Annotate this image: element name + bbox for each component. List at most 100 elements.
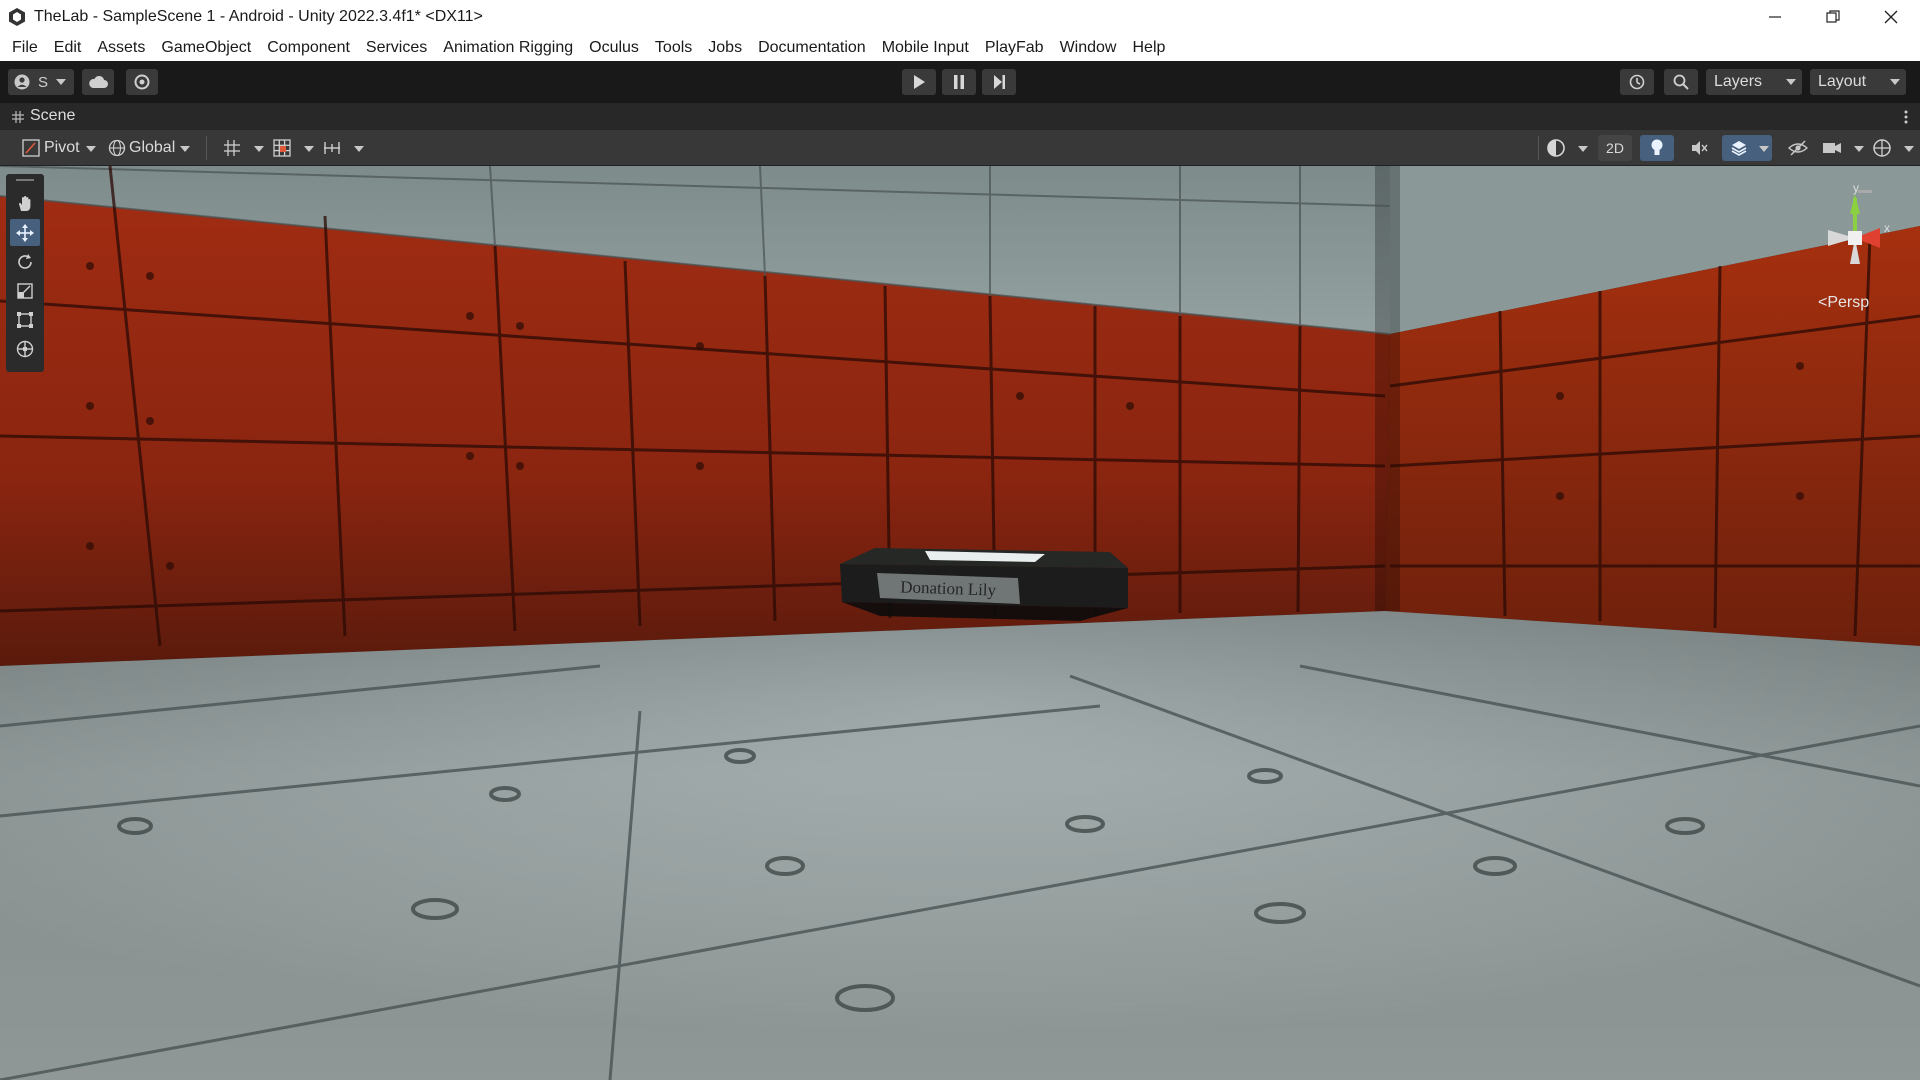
menu-bar: File Edit Assets GameObject Component Se… (0, 34, 1920, 61)
gizmos-dropdown[interactable] (1872, 135, 1916, 161)
perspective-toggle[interactable]: <Persp (1818, 294, 1869, 312)
scene-visibility-button[interactable] (1780, 135, 1816, 161)
global-label: Global (129, 139, 176, 156)
step-button[interactable] (982, 69, 1016, 95)
chevron-down-icon (180, 146, 190, 152)
grid-snap-dropdown[interactable] (222, 135, 266, 161)
pivot-dropdown[interactable]: Pivot (22, 135, 100, 161)
menu-documentation[interactable]: Documentation (750, 34, 874, 61)
layout-dropdown[interactable]: Layout (1810, 69, 1906, 95)
camera-settings-dropdown[interactable] (1822, 135, 1866, 161)
play-icon (912, 74, 926, 90)
draw-mode-dropdown[interactable] (1546, 135, 1590, 161)
scene-viewport[interactable]: Donation Lily y x <Persp (0, 166, 1920, 1080)
restore-icon[interactable] (1804, 0, 1862, 34)
gear-icon (134, 74, 150, 90)
account-icon (14, 74, 30, 90)
scene-grid-icon (12, 110, 24, 128)
menu-gameobject[interactable]: GameObject (153, 34, 259, 61)
hand-tool-button[interactable] (10, 190, 40, 217)
menu-tools[interactable]: Tools (647, 34, 700, 61)
move-arrows-icon (15, 223, 35, 243)
menu-component[interactable]: Component (259, 34, 358, 61)
move-tool-button[interactable] (10, 219, 40, 246)
effects-layers-icon (1730, 139, 1748, 157)
search-button[interactable] (1664, 69, 1698, 95)
rotate-icon (16, 253, 34, 271)
account-label: S (38, 73, 49, 91)
rect-tool-button[interactable] (10, 306, 40, 333)
chevron-left-icon: < (1818, 294, 1828, 311)
menu-assets[interactable]: Assets (89, 34, 153, 61)
window-title-bar: TheLab - SampleScene 1 - Android - Unity… (0, 0, 1920, 34)
pause-icon (952, 74, 966, 90)
chevron-down-icon (1890, 79, 1900, 85)
chevron-down-icon (354, 146, 364, 152)
cloud-button[interactable] (82, 69, 114, 95)
menu-oculus[interactable]: Oculus (581, 34, 647, 61)
menu-help[interactable]: Help (1124, 34, 1173, 61)
history-icon (1628, 73, 1646, 91)
window-title: TheLab - SampleScene 1 - Android - Unity… (34, 8, 483, 25)
eye-slash-icon (1788, 140, 1808, 156)
chevron-down-icon (56, 79, 66, 85)
rect-transform-icon (16, 311, 34, 329)
chevron-down-icon (1854, 146, 1864, 152)
speaker-muted-icon (1690, 139, 1708, 157)
menu-mobile-input[interactable]: Mobile Input (874, 34, 977, 61)
account-dropdown[interactable]: S (8, 69, 74, 95)
layers-dropdown[interactable]: Layers (1706, 69, 1802, 95)
vhs-tape-object[interactable]: Donation Lily (840, 548, 1128, 621)
minimize-icon[interactable] (1746, 0, 1804, 34)
global-dropdown[interactable]: Global (108, 135, 194, 161)
toggle-2d-button[interactable]: 2D (1598, 135, 1632, 161)
gizmo-x-label: x (1884, 221, 1890, 235)
cloud-icon (88, 75, 108, 89)
transform-tool-button[interactable] (10, 335, 40, 362)
tab-scene[interactable]: Scene (30, 107, 75, 125)
close-icon[interactable] (1862, 0, 1920, 34)
chevron-down-icon (86, 146, 96, 152)
menu-file[interactable]: File (4, 34, 46, 61)
chevron-down-icon (1759, 146, 1769, 152)
collab-button[interactable] (126, 69, 158, 95)
layout-label: Layout (1818, 73, 1867, 90)
undo-history-button[interactable] (1620, 69, 1654, 95)
play-button[interactable] (902, 69, 936, 95)
layers-label: Layers (1714, 73, 1763, 90)
scene-render: Donation Lily (0, 166, 1920, 1080)
vhs-label-text: Donation Lily (900, 577, 997, 599)
main-toolbar: S Layers Layout (0, 61, 1920, 103)
lighting-toggle-button[interactable] (1640, 135, 1674, 161)
grid-icon (272, 138, 292, 158)
step-icon (992, 74, 1006, 90)
scale-icon (16, 282, 34, 300)
scene-toolbar: Pivot Global 2D (0, 130, 1920, 166)
scale-tool-button[interactable] (10, 277, 40, 304)
orientation-gizmo[interactable]: y x (1810, 180, 1900, 290)
menu-window[interactable]: Window (1052, 34, 1125, 61)
pause-button[interactable] (942, 69, 976, 95)
increment-snap-icon (322, 138, 342, 158)
chevron-down-icon (304, 146, 314, 152)
effects-dropdown[interactable] (1722, 135, 1772, 161)
search-icon (1672, 73, 1690, 91)
gizmo-globe-icon (1872, 138, 1892, 158)
pivot-label: Pivot (44, 139, 80, 156)
toggle-2d-label: 2D (1606, 140, 1624, 156)
increment-snap-dropdown[interactable] (322, 135, 366, 161)
scene-tool-palette (6, 174, 44, 372)
menu-edit[interactable]: Edit (46, 34, 90, 61)
menu-jobs[interactable]: Jobs (700, 34, 750, 61)
chevron-down-icon (1786, 79, 1796, 85)
menu-services[interactable]: Services (358, 34, 435, 61)
menu-playfab[interactable]: PlayFab (977, 34, 1052, 61)
grid-snap-icon (222, 138, 242, 158)
more-options-icon[interactable] (1904, 109, 1908, 130)
audio-toggle-button[interactable] (1682, 135, 1716, 161)
persp-label: Persp (1827, 294, 1870, 311)
grid-visibility-dropdown[interactable] (272, 135, 316, 161)
pivot-icon (22, 139, 40, 157)
rotate-tool-button[interactable] (10, 248, 40, 275)
menu-animation-rigging[interactable]: Animation Rigging (435, 34, 581, 61)
